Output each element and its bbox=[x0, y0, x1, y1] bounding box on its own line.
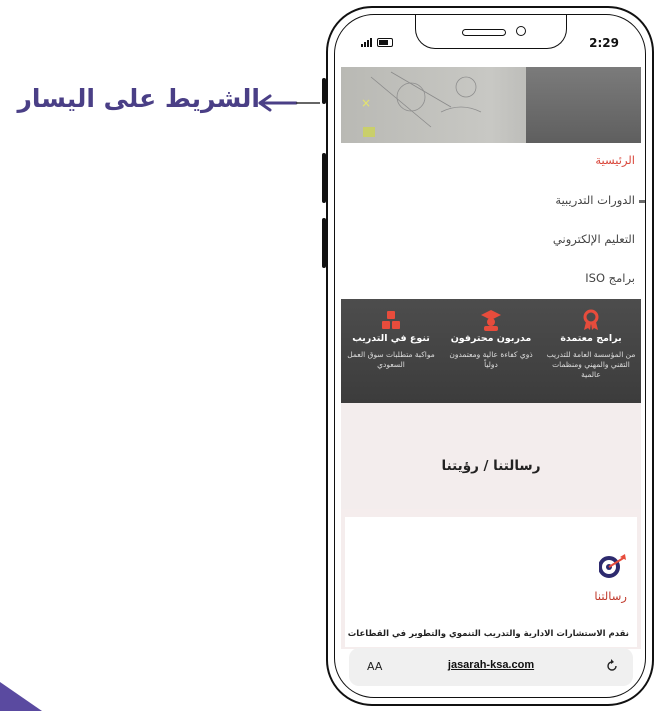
hero-image: × bbox=[341, 67, 641, 143]
target-arrow-icon bbox=[599, 554, 626, 578]
section-title: رسالتنا / رؤيتنا bbox=[441, 458, 541, 474]
mission-subtitle: رسالتنا bbox=[594, 589, 627, 603]
corner-decoration bbox=[0, 682, 42, 711]
signal-bars-icon bbox=[361, 38, 372, 47]
nav-item-home[interactable]: الرئيسية bbox=[595, 153, 635, 167]
annotation-callout: الشريط على اليسار bbox=[17, 84, 320, 124]
reload-icon[interactable] bbox=[605, 659, 619, 673]
url-text[interactable]: jasarah-ksa.com bbox=[349, 659, 633, 671]
feature-trainers: مدربون محترفون ذوي كفاءة عالية ومعتمدون … bbox=[441, 299, 541, 403]
phone-screen: 2:29 × الرئيسية الدورات التدريبية التعلي… bbox=[334, 14, 646, 698]
nav-menu: الرئيسية الدورات التدريبية التعليم الإلك… bbox=[341, 143, 645, 298]
feature-accredited: برامج معتمدة من المؤسسة العامة للتدريب ا… bbox=[541, 299, 641, 403]
annotation-arrow-icon bbox=[258, 94, 320, 112]
nav-item-courses[interactable]: الدورات التدريبية bbox=[555, 193, 635, 207]
whiteboard-doodle: × bbox=[361, 71, 482, 137]
volume-down-button bbox=[322, 218, 326, 268]
hero-shadow bbox=[526, 67, 641, 143]
nav-item-iso[interactable]: برامج ISO bbox=[585, 271, 635, 285]
browser-address-bar[interactable]: AA jasarah-ksa.com bbox=[349, 648, 633, 686]
feature-desc: من المؤسسة العامة للتدريب التقني والمهني… bbox=[546, 350, 636, 379]
mission-card: رسالتنا نقدم الاستشارات الادارية والتدري… bbox=[341, 509, 641, 649]
blocks-icon bbox=[382, 311, 400, 329]
speaker-grill bbox=[462, 29, 506, 36]
mission-card-body: رسالتنا نقدم الاستشارات الادارية والتدري… bbox=[345, 517, 637, 647]
feature-desc: ذوي كفاءة عالية ومعتمدون دولياً bbox=[449, 350, 533, 369]
graduate-icon bbox=[481, 310, 501, 331]
annotation-label: الشريط على اليسار bbox=[17, 84, 260, 113]
mission-section: رسالتنا / رؤيتنا bbox=[341, 403, 641, 509]
feature-training-variety: تنوع في التدريب مواكبة متطلبات سوق العمل… bbox=[341, 299, 441, 403]
nav-item-elearning[interactable]: التعليم الإلكتروني bbox=[553, 232, 635, 246]
mission-text: نقدم الاستشارات الادارية والتدريب التنمو… bbox=[347, 629, 629, 639]
svg-text:×: × bbox=[361, 96, 371, 110]
battery-icon bbox=[377, 38, 393, 47]
volume-up-button bbox=[322, 153, 326, 203]
award-icon bbox=[583, 309, 599, 330]
mute-switch bbox=[322, 78, 326, 104]
feature-desc: مواكبة متطلبات سوق العمل السعودي bbox=[347, 350, 435, 369]
camera-dot bbox=[516, 26, 526, 36]
feature-title: مدربون محترفون bbox=[450, 333, 532, 344]
courses-marker bbox=[639, 200, 645, 203]
feature-title: تنوع في التدريب bbox=[352, 333, 430, 344]
status-time: 2:29 bbox=[589, 36, 619, 50]
features-band: تنوع في التدريب مواكبة متطلبات سوق العمل… bbox=[341, 299, 641, 403]
feature-title: برامج معتمدة bbox=[560, 333, 622, 344]
notch bbox=[415, 15, 567, 49]
